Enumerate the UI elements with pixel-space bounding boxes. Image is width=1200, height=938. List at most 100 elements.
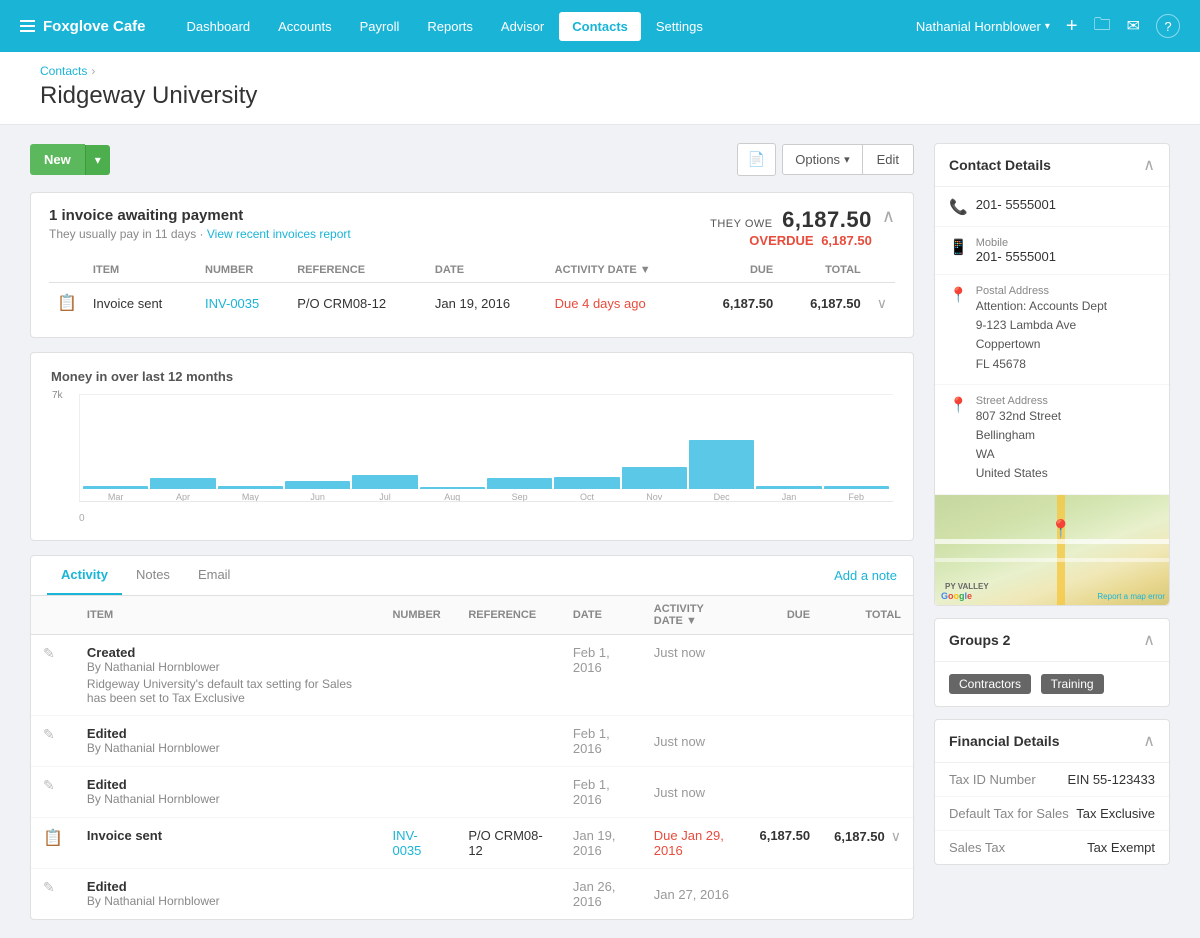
tab-bar: Activity Notes Email Add a note [31, 556, 913, 596]
activity-item-note: Ridgeway University's default tax settin… [87, 677, 369, 705]
group-badge-contractors[interactable]: Contractors [949, 674, 1031, 694]
nav-dashboard[interactable]: Dashboard [174, 12, 264, 41]
top-nav: Foxglove Cafe Dashboard Accounts Payroll… [0, 0, 1200, 52]
tab-notes[interactable]: Notes [122, 556, 184, 595]
contact-postal-row: 📍 Postal Address Attention: Accounts Dep… [935, 275, 1169, 385]
contact-street-row: 📍 Street Address 807 32nd Street Belling… [935, 385, 1169, 495]
contact-collapse-button[interactable]: ∧ [1143, 155, 1155, 175]
view-invoices-link[interactable]: View recent invoices report [207, 227, 351, 241]
financial-title: Financial Details [949, 733, 1059, 749]
invoice-number-link[interactable]: INV-0035 [392, 828, 421, 858]
postal-label: Postal Address [976, 285, 1107, 297]
edit-icon: ✎ [43, 645, 55, 661]
options-dropdown-icon: ▾ [844, 153, 850, 166]
financial-collapse-button[interactable]: ∧ [1143, 731, 1155, 751]
fin-value-1: EIN 55-123433 [1068, 772, 1155, 787]
nav-payroll[interactable]: Payroll [347, 12, 413, 41]
activity-row: ✎ Created By Nathanial Hornblower Ridgew… [31, 635, 913, 716]
invoice-row-icon: 📋 [57, 295, 77, 312]
groups-title: Groups 2 [949, 632, 1010, 648]
street-line-1: 807 32nd Street [976, 407, 1061, 426]
financial-details-card: Financial Details ∧ Tax ID Number EIN 55… [934, 719, 1170, 865]
google-logo: Google [941, 591, 972, 601]
map[interactable]: 📍 Google PY VALLEY Report a map error [935, 495, 1169, 605]
groups-collapse-button[interactable]: ∧ [1143, 630, 1155, 650]
groups-body: Contractors Training [935, 662, 1169, 706]
invoice-panel: 1 invoice awaiting payment They usually … [30, 192, 914, 338]
they-owe-label: THEY OWE 6,187.50 [710, 207, 872, 233]
options-button[interactable]: Options ▾ [782, 144, 862, 175]
contact-mobile-row: 📱 Mobile 201- 5555001 [935, 227, 1169, 275]
nav-accounts[interactable]: Accounts [265, 12, 344, 41]
tab-email[interactable]: Email [184, 556, 245, 595]
brand[interactable]: Foxglove Cafe [20, 18, 146, 35]
mail-button[interactable]: ✉ [1127, 16, 1140, 36]
page-title: Ridgeway University [40, 82, 1160, 110]
mobile-label: Mobile [976, 237, 1056, 249]
postal-line-2: 9-123 Lambda Ave [976, 316, 1107, 335]
fin-label-3: Sales Tax [949, 840, 1005, 855]
menu-icon [20, 20, 35, 32]
breadcrumb[interactable]: Contacts › [40, 64, 1160, 78]
activity-row: 📋 Invoice sent INV-0035 P/O CRM08-12 Jan… [31, 818, 913, 869]
nav-settings[interactable]: Settings [643, 12, 716, 41]
street-line-4: United States [976, 464, 1061, 483]
financial-row-1: Tax ID Number EIN 55-123433 [935, 763, 1169, 797]
invoice-subtitle: They usually pay in 11 days · View recen… [49, 227, 351, 241]
page-header: Contacts › Ridgeway University [0, 52, 1200, 125]
fin-value-2: Tax Exclusive [1076, 806, 1155, 821]
folder-button[interactable]: 🗀 [1094, 12, 1111, 41]
contact-phone-row: 📞 201- 5555001 [935, 187, 1169, 227]
activity-row: ✎ Edited By Nathanial Hornblower Feb 1, … [31, 716, 913, 767]
phone-icon: 📞 [949, 198, 968, 216]
invoice-table: ITEM NUMBER REFERENCE DATE ACTIVITY DATE… [49, 258, 895, 323]
map-error-link[interactable]: Report a map error [1097, 592, 1165, 601]
help-button[interactable]: ? [1156, 14, 1180, 38]
nav-contacts[interactable]: Contacts [559, 12, 641, 41]
map-pin: 📍 [1050, 519, 1072, 540]
nav-actions: Nathanial Hornblower ▾ + 🗀 ✉ ? [916, 12, 1180, 41]
map-valley-label: PY VALLEY [945, 582, 989, 591]
new-dropdown-button[interactable]: ▾ [85, 145, 110, 175]
postal-line-1: Attention: Accounts Dept [976, 297, 1107, 316]
contact-details-card: Contact Details ∧ 📞 201- 5555001 📱 Mobil… [934, 143, 1170, 606]
chart-panel: Money in over last 12 months 7k 0 MarApr… [30, 352, 914, 541]
contact-phone: 201- 5555001 [976, 197, 1056, 212]
invoice-row: 📋 Invoice sent INV-0035 P/O CRM08-12 Jan… [49, 283, 895, 324]
invoice-number-link[interactable]: INV-0035 [205, 296, 259, 311]
activity-item-title: Edited [87, 777, 369, 792]
they-owe-amount: 6,187.50 [782, 207, 872, 232]
invoice-collapse-button[interactable]: ∧ [882, 207, 895, 225]
nav-links: Dashboard Accounts Payroll Reports Advis… [174, 12, 916, 41]
activity-item-by: By Nathanial Hornblower [87, 792, 369, 806]
nav-user[interactable]: Nathanial Hornblower ▾ [916, 19, 1050, 34]
invoice-awaiting-title: 1 invoice awaiting payment [49, 207, 351, 224]
mobile-icon: 📱 [949, 238, 968, 256]
activity-row: ✎ Edited By Nathanial Hornblower Feb 1, … [31, 767, 913, 818]
new-button[interactable]: New [30, 144, 85, 175]
street-label: Street Address [976, 395, 1061, 407]
nav-reports[interactable]: Reports [414, 12, 486, 41]
add-button[interactable]: + [1066, 16, 1078, 36]
file-icon-button[interactable]: 📄 [737, 143, 776, 176]
add-note-link[interactable]: Add a note [834, 557, 897, 594]
location-icon: 📍 [949, 286, 968, 304]
nav-advisor[interactable]: Advisor [488, 12, 557, 41]
activity-item-title: Created [87, 645, 369, 660]
breadcrumb-separator: › [91, 64, 95, 78]
activity-panel: Activity Notes Email Add a note ITEM NUM… [30, 555, 914, 920]
invoice-row-expand[interactable]: ∨ [891, 828, 901, 845]
group-badge-training[interactable]: Training [1041, 674, 1104, 694]
postal-line-4: FL 45678 [976, 355, 1107, 374]
activity-table: ITEM NUMBER REFERENCE DATE ACTIVITY DATE… [31, 596, 913, 919]
invoice-row-expand[interactable]: ∨ [877, 295, 887, 312]
tab-activity[interactable]: Activity [47, 556, 122, 595]
postal-line-3: Coppertown [976, 335, 1107, 354]
financial-row-3: Sales Tax Tax Exempt [935, 831, 1169, 864]
activity-item-by: By Nathanial Hornblower [87, 741, 369, 755]
edit-button[interactable]: Edit [863, 144, 914, 175]
user-dropdown-icon: ▾ [1045, 21, 1050, 32]
edit-icon: ✎ [43, 777, 55, 793]
edit-icon: ✎ [43, 726, 55, 742]
fin-value-3: Tax Exempt [1087, 840, 1155, 855]
